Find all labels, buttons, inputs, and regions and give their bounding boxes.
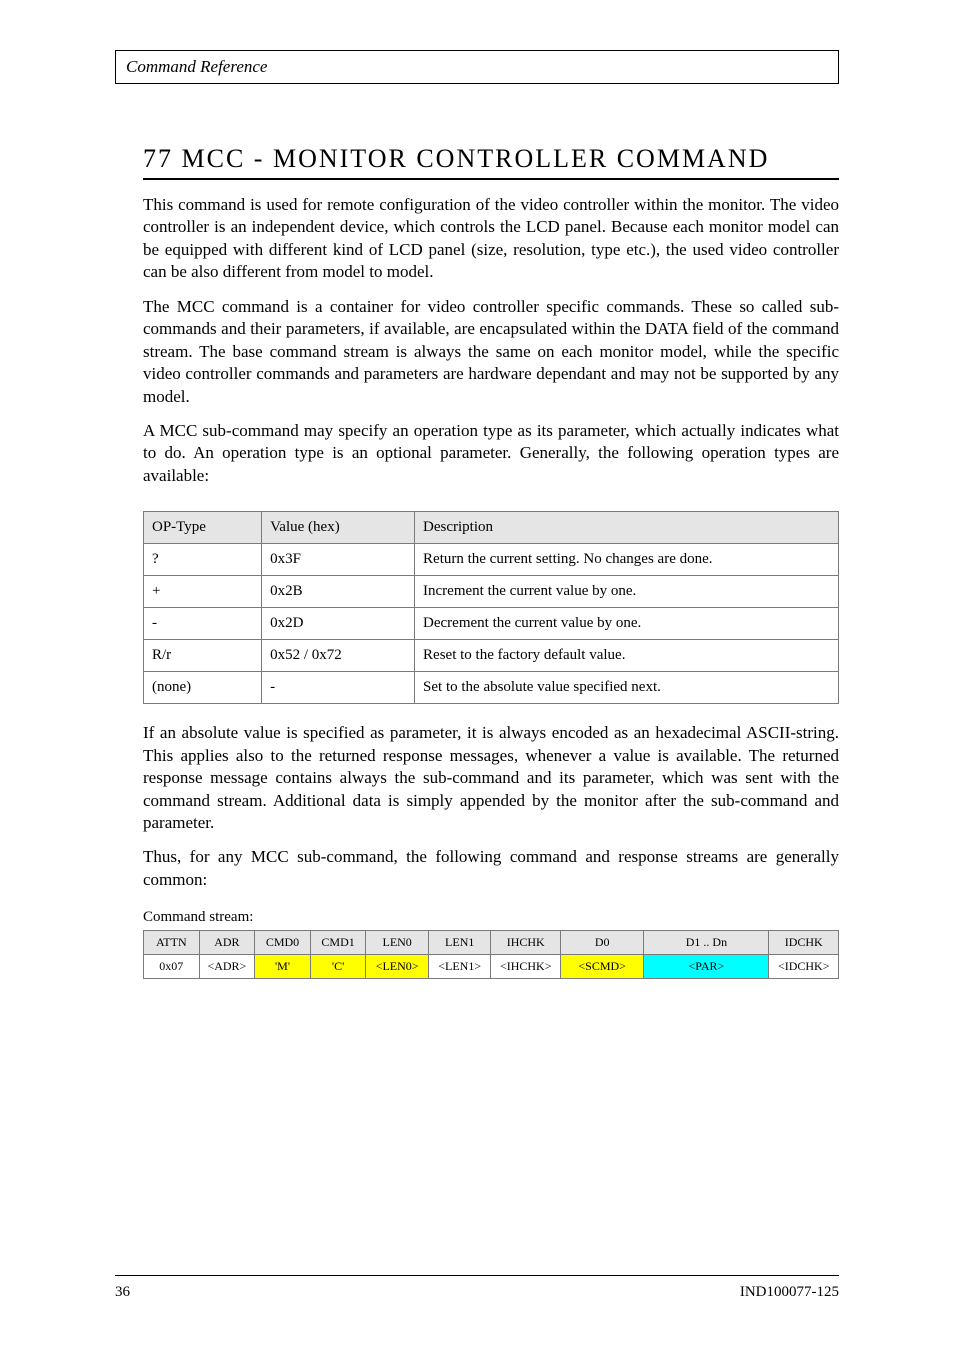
op-table-cell: 0x52 / 0x72 xyxy=(262,640,415,672)
op-table-cell: Increment the current value by one. xyxy=(415,576,839,608)
stream-hdr-cell: CMD0 xyxy=(255,931,311,955)
stream-row-cell: <SCMD> xyxy=(560,955,643,979)
operation-type-table: OP-Type Value (hex) Description ?0x3FRet… xyxy=(143,511,839,704)
paragraph-2: The MCC command is a container for video… xyxy=(143,296,839,408)
paragraph-3: A MCC sub-command may specify an operati… xyxy=(143,420,839,487)
op-table-cell: Reset to the factory default value. xyxy=(415,640,839,672)
stream-row-cell: <IHCHK> xyxy=(491,955,561,979)
body-text: This command is used for remote configur… xyxy=(115,194,839,499)
stream-row-cell: 'C' xyxy=(310,955,366,979)
stream-hdr-cell: ATTN xyxy=(144,931,200,955)
stream-row-cell: <LEN0> xyxy=(366,955,429,979)
page-header: Command Reference xyxy=(115,50,839,84)
op-table-cell: 0x2D xyxy=(262,608,415,640)
stream-row-cell: <ADR> xyxy=(199,955,255,979)
op-table-cell: - xyxy=(262,672,415,704)
section-title: 77 MCC - MONITOR CONTROLLER COMMAND xyxy=(115,144,839,174)
stream-row-cell: <IDCHK> xyxy=(769,955,839,979)
stream-hdr-cell: D0 xyxy=(560,931,643,955)
op-table-cell: ? xyxy=(144,544,262,576)
stream-hdr-cell: ADR xyxy=(199,931,255,955)
op-table-cell: Return the current setting. No changes a… xyxy=(415,544,839,576)
paragraph-1: This command is used for remote configur… xyxy=(143,194,839,284)
stream-hdr-cell: CMD1 xyxy=(310,931,366,955)
stream-label: Command stream: xyxy=(115,909,839,926)
title-rule xyxy=(143,178,839,180)
op-table-cell: 0x3F xyxy=(262,544,415,576)
paragraph-5: Thus, for any MCC sub-command, the follo… xyxy=(143,846,839,891)
stream-row-cell: <PAR> xyxy=(644,955,769,979)
paragraph-4: If an absolute value is specified as par… xyxy=(143,722,839,834)
stream-row-cell: 'M' xyxy=(255,955,311,979)
stream-row-cell: 0x07 xyxy=(144,955,200,979)
body-text-2: If an absolute value is specified as par… xyxy=(115,722,839,903)
op-table-cell: R/r xyxy=(144,640,262,672)
stream-row-cell: <LEN1> xyxy=(428,955,491,979)
page-footer: 36 IND100077-125 xyxy=(115,1275,839,1301)
op-table-cell: (none) xyxy=(144,672,262,704)
op-table-cell: 0x2B xyxy=(262,576,415,608)
header-title: Command Reference xyxy=(126,57,267,76)
stream-hdr-cell: IHCHK xyxy=(491,931,561,955)
footer-doc-id: IND100077-125 xyxy=(740,1284,839,1301)
op-table-hdr-optype: OP-Type xyxy=(144,512,262,544)
command-stream-table: ATTNADRCMD0CMD1LEN0LEN1IHCHKD0D1 .. DnID… xyxy=(143,930,839,979)
op-table-hdr-value: Value (hex) xyxy=(262,512,415,544)
stream-hdr-cell: LEN0 xyxy=(366,931,429,955)
op-table-cell: Decrement the current value by one. xyxy=(415,608,839,640)
op-table-cell: + xyxy=(144,576,262,608)
op-table-cell: - xyxy=(144,608,262,640)
stream-hdr-cell: IDCHK xyxy=(769,931,839,955)
op-table-cell: Set to the absolute value specified next… xyxy=(415,672,839,704)
stream-hdr-cell: LEN1 xyxy=(428,931,491,955)
stream-hdr-cell: D1 .. Dn xyxy=(644,931,769,955)
op-table-hdr-desc: Description xyxy=(415,512,839,544)
page-number: 36 xyxy=(115,1284,130,1301)
